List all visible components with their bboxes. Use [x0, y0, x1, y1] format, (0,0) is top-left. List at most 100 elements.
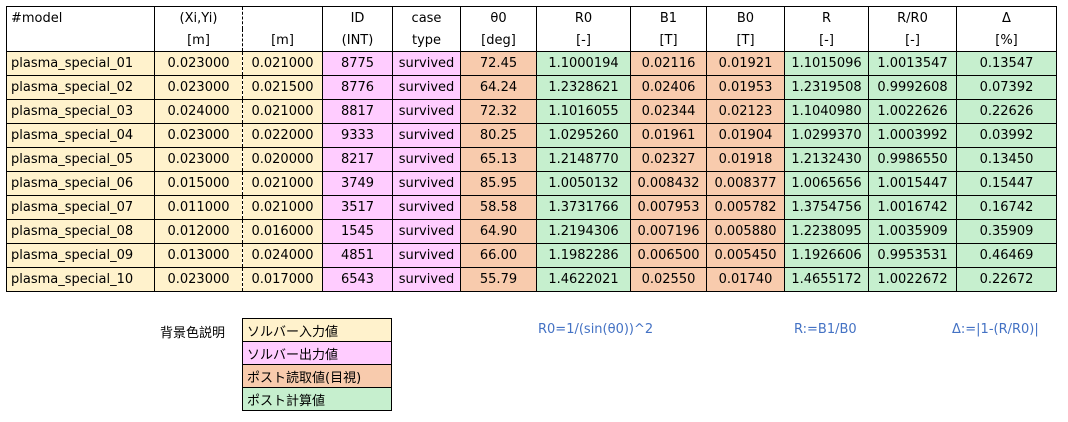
xi-cell[interactable]: 0.023000 — [154, 123, 243, 148]
header-cell[interactable]: B0 — [706, 6, 785, 29]
header-cell[interactable]: [m] — [154, 29, 243, 52]
header-cell[interactable]: ID — [322, 6, 393, 29]
theta0-cell[interactable]: 72.32 — [460, 99, 537, 124]
theta0-cell[interactable]: 64.24 — [460, 75, 537, 100]
r-cell[interactable]: 1.1015096 — [784, 51, 869, 76]
r0-cell[interactable]: 1.2328621 — [536, 75, 631, 100]
yi-cell[interactable]: 0.022000 — [242, 123, 323, 148]
theta0-cell[interactable]: 80.25 — [460, 123, 537, 148]
formula-delta[interactable]: Δ:=|1-(R/R0)| — [952, 322, 1039, 337]
r-cell[interactable]: 1.0299370 — [784, 123, 869, 148]
theta0-cell[interactable]: 55.79 — [460, 267, 537, 292]
r0-cell[interactable]: 1.1000194 — [536, 51, 631, 76]
b1-cell[interactable]: 0.008432 — [630, 171, 707, 196]
xi-cell[interactable]: 0.023000 — [154, 51, 243, 76]
r-ratio-cell[interactable]: 1.0022672 — [868, 267, 957, 292]
b1-cell[interactable]: 0.02550 — [630, 267, 707, 292]
b0-cell[interactable]: 0.02123 — [706, 99, 785, 124]
b0-cell[interactable]: 0.005450 — [706, 243, 785, 268]
r-ratio-cell[interactable]: 1.0015447 — [868, 171, 957, 196]
r0-cell[interactable]: 1.4622021 — [536, 267, 631, 292]
header-cell[interactable]: [T] — [630, 29, 707, 52]
id-cell[interactable]: 9333 — [322, 123, 393, 148]
model-cell[interactable]: plasma_special_02 — [6, 75, 155, 100]
header-cell[interactable]: (Xi,Yi) — [154, 6, 243, 29]
legend-output[interactable]: ソルバー出力値 — [242, 341, 392, 365]
r0-cell[interactable]: 1.0295260 — [536, 123, 631, 148]
r-ratio-cell[interactable]: 0.9992608 — [868, 75, 957, 100]
header-cell[interactable]: R/R0 — [868, 6, 957, 29]
xi-cell[interactable]: 0.023000 — [154, 147, 243, 172]
r-cell[interactable]: 1.2238095 — [784, 219, 869, 244]
b0-cell[interactable]: 0.008377 — [706, 171, 785, 196]
delta-cell[interactable]: 0.22672 — [956, 267, 1057, 292]
xi-cell[interactable]: 0.023000 — [154, 75, 243, 100]
delta-cell[interactable]: 0.22626 — [956, 99, 1057, 124]
case-type-cell[interactable]: survived — [392, 195, 461, 220]
b0-cell[interactable]: 0.01740 — [706, 267, 785, 292]
xi-cell[interactable]: 0.015000 — [154, 171, 243, 196]
r-ratio-cell[interactable]: 0.9986550 — [868, 147, 957, 172]
header-cell[interactable]: #model — [6, 6, 155, 29]
b0-cell[interactable]: 0.01953 — [706, 75, 785, 100]
b1-cell[interactable]: 0.02327 — [630, 147, 707, 172]
id-cell[interactable]: 4851 — [322, 243, 393, 268]
model-cell[interactable]: plasma_special_01 — [6, 51, 155, 76]
case-type-cell[interactable]: survived — [392, 171, 461, 196]
header-cell[interactable]: case — [392, 6, 461, 29]
yi-cell[interactable]: 0.017000 — [242, 267, 323, 292]
delta-cell[interactable]: 0.07392 — [956, 75, 1057, 100]
r-cell[interactable]: 1.2132430 — [784, 147, 869, 172]
b0-cell[interactable]: 0.01921 — [706, 51, 785, 76]
formula-r[interactable]: R:=B1/B0 — [794, 322, 857, 337]
header-cell[interactable]: R — [784, 6, 869, 29]
b0-cell[interactable]: 0.005880 — [706, 219, 785, 244]
delta-cell[interactable]: 0.15447 — [956, 171, 1057, 196]
delta-cell[interactable]: 0.46469 — [956, 243, 1057, 268]
id-cell[interactable]: 3517 — [322, 195, 393, 220]
r0-cell[interactable]: 1.0050132 — [536, 171, 631, 196]
model-cell[interactable]: plasma_special_04 — [6, 123, 155, 148]
header-cell[interactable]: [-] — [536, 29, 631, 52]
header-cell[interactable]: [deg] — [460, 29, 537, 52]
r-cell[interactable]: 1.0065656 — [784, 171, 869, 196]
formula-r0[interactable]: R0=1/(sin(θ0))^2 — [538, 322, 653, 337]
model-cell[interactable]: plasma_special_10 — [6, 267, 155, 292]
yi-cell[interactable]: 0.020000 — [242, 147, 323, 172]
r0-cell[interactable]: 1.2194306 — [536, 219, 631, 244]
theta0-cell[interactable]: 58.58 — [460, 195, 537, 220]
r-cell[interactable]: 1.2319508 — [784, 75, 869, 100]
header-cell[interactable]: Δ — [956, 6, 1057, 29]
r-ratio-cell[interactable]: 0.9953531 — [868, 243, 957, 268]
r-cell[interactable]: 1.4655172 — [784, 267, 869, 292]
b1-cell[interactable]: 0.006500 — [630, 243, 707, 268]
xi-cell[interactable]: 0.011000 — [154, 195, 243, 220]
yi-cell[interactable]: 0.024000 — [242, 243, 323, 268]
yi-cell[interactable]: 0.021000 — [242, 195, 323, 220]
header-cell[interactable]: (INT) — [322, 29, 393, 52]
delta-cell[interactable]: 0.03992 — [956, 123, 1057, 148]
case-type-cell[interactable]: survived — [392, 123, 461, 148]
model-cell[interactable]: plasma_special_09 — [6, 243, 155, 268]
id-cell[interactable]: 6543 — [322, 267, 393, 292]
r0-cell[interactable]: 1.1982286 — [536, 243, 631, 268]
model-cell[interactable]: plasma_special_03 — [6, 99, 155, 124]
case-type-cell[interactable]: survived — [392, 99, 461, 124]
r-ratio-cell[interactable]: 1.0035909 — [868, 219, 957, 244]
r-cell[interactable]: 1.1926606 — [784, 243, 869, 268]
model-cell[interactable]: plasma_special_05 — [6, 147, 155, 172]
yi-cell[interactable]: 0.021000 — [242, 51, 323, 76]
yi-cell[interactable]: 0.021500 — [242, 75, 323, 100]
r-cell[interactable]: 1.3754756 — [784, 195, 869, 220]
header-cell[interactable]: θ0 — [460, 6, 537, 29]
id-cell[interactable]: 8775 — [322, 51, 393, 76]
legend-title[interactable]: 背景色説明 — [160, 322, 225, 341]
r-cell[interactable]: 1.1040980 — [784, 99, 869, 124]
case-type-cell[interactable]: survived — [392, 267, 461, 292]
b0-cell[interactable]: 0.005782 — [706, 195, 785, 220]
yi-cell[interactable]: 0.021000 — [242, 99, 323, 124]
r-ratio-cell[interactable]: 1.0016742 — [868, 195, 957, 220]
b0-cell[interactable]: 0.01918 — [706, 147, 785, 172]
r-ratio-cell[interactable]: 1.0013547 — [868, 51, 957, 76]
r-ratio-cell[interactable]: 1.0022626 — [868, 99, 957, 124]
